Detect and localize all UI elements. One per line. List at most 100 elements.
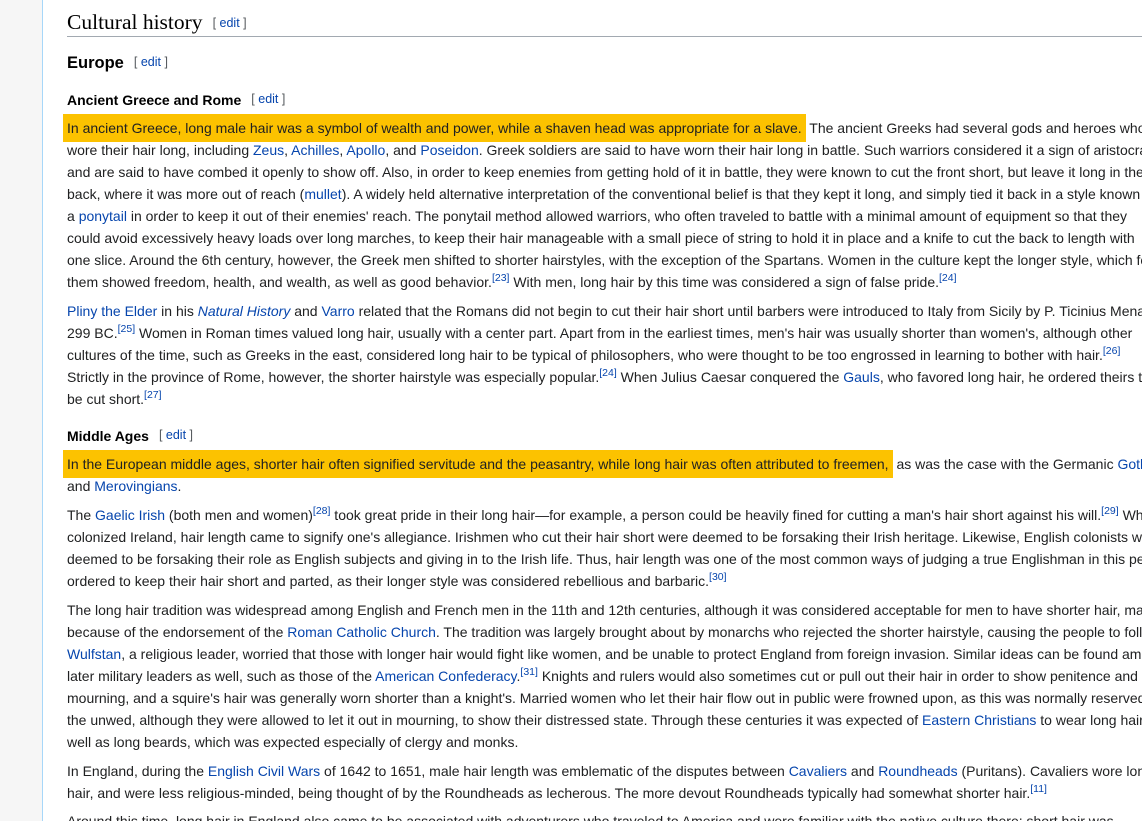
citation-24[interactable]: [24]: [939, 272, 957, 284]
text-line: them showed freedom, health, and wealth,…: [67, 271, 1142, 293]
text: Women in Roman times valued long hair, u…: [135, 325, 1133, 341]
text-line: Around this time, long hair in England a…: [67, 810, 1142, 821]
bracket-open: [: [212, 16, 217, 30]
link-varro[interactable]: Varro: [321, 303, 354, 319]
link-pliny-the-elder[interactable]: Pliny the Elder: [67, 303, 157, 319]
bracket-close: ]: [281, 92, 286, 106]
text: cultures of the time, such as Greeks in …: [67, 347, 1103, 363]
text-line: back, where it was more out of reach (mu…: [67, 183, 1142, 205]
text-line: a ponytail in order to keep it out of th…: [67, 205, 1142, 227]
citation-24[interactable]: [24]: [599, 367, 617, 379]
citation-23[interactable]: [23]: [492, 272, 510, 284]
text: (both men and women): [165, 507, 313, 523]
text-line: 299 BC.[25] Women in Roman times valued …: [67, 322, 1142, 344]
citation-31[interactable]: [31]: [520, 666, 538, 678]
link-achilles[interactable]: Achilles: [291, 142, 339, 158]
link-gauls[interactable]: Gauls: [843, 369, 880, 385]
paragraph-gaelic-irish: The Gaelic Irish (both men and women)[28…: [67, 504, 1142, 592]
edit-link[interactable]: edit: [141, 55, 161, 69]
text: well as long beards, which was expected …: [67, 734, 519, 750]
text-line: mourning, and a squire's hair was genera…: [67, 687, 1142, 709]
bracket-close: ]: [189, 428, 194, 442]
link-gaelic-irish[interactable]: Gaelic Irish: [95, 507, 165, 523]
text-line: hair, and were less religious-minded, be…: [67, 782, 1142, 804]
text-line: and Merovingians.: [67, 475, 1142, 497]
text-line: In the European middle ages, shorter hai…: [63, 450, 1142, 478]
edit-link[interactable]: edit: [258, 92, 278, 106]
text-line: The long hair tradition was widespread a…: [67, 599, 1142, 621]
article-content: Cultural history[ edit ] Europe[ edit ] …: [42, 0, 1142, 821]
text: 299 BC.: [67, 325, 118, 341]
text: In England, during the: [67, 763, 208, 779]
text: later military leaders as well, such as …: [67, 668, 376, 684]
citation-25[interactable]: [25]: [118, 323, 136, 335]
edit-section-link: [ edit ]: [159, 428, 193, 442]
text-line: ordered to keep their hair short and par…: [67, 570, 1142, 592]
text: took great pride in their long hair—for …: [330, 507, 1102, 523]
text: the unwed, although they were allowed to…: [67, 712, 923, 728]
text-line: deemed to be forsaking their role as Eng…: [67, 548, 1142, 570]
text: to wear long hair as: [1040, 712, 1142, 728]
heading-text: Cultural history: [67, 10, 203, 34]
text: When Julius Caesar conquered the: [616, 369, 844, 385]
link-apollo[interactable]: Apollo: [346, 142, 385, 158]
page: Cultural history[ edit ] Europe[ edit ] …: [0, 0, 1142, 821]
citation-11[interactable]: [11]: [1030, 783, 1047, 795]
edit-section-link: [ edit ]: [134, 55, 168, 69]
citation-30[interactable]: [30]: [709, 571, 727, 583]
link-mullet[interactable]: mullet: [304, 186, 341, 202]
text-line: Pliny the Elder in his Natural History a…: [67, 300, 1142, 322]
link-merovingians[interactable]: Merovingians: [94, 478, 177, 494]
paragraph-middle-ages: In the European middle ages, shorter hai…: [63, 450, 1142, 497]
text: and: [847, 763, 879, 779]
text: The: [67, 507, 96, 523]
text: ordered to keep their hair short and par…: [67, 573, 710, 589]
text: one slice. Around the 6th century, howev…: [67, 252, 1142, 268]
link-poseidon[interactable]: Poseidon: [420, 142, 478, 158]
bracket-close: ]: [243, 16, 247, 30]
citation-26[interactable]: [26]: [1103, 345, 1121, 357]
text: hair, and were less religious-minded, be…: [67, 785, 1031, 801]
link-goths[interactable]: Goths: [1117, 456, 1142, 472]
section-heading-cultural-history: Cultural history [ edit ]: [67, 8, 1142, 37]
text: and are said to have combed it openly to…: [67, 164, 1142, 180]
paragraph-adventurers: Around this time, long hair in England a…: [67, 810, 1142, 821]
edit-link[interactable]: edit: [166, 428, 186, 442]
link-eastern-christians[interactable]: Eastern Christians: [922, 712, 1036, 728]
text-line: Wulfstan, a religious leader, worried th…: [67, 643, 1142, 665]
link-cavaliers[interactable]: Cavaliers: [789, 763, 847, 779]
text: a: [67, 208, 79, 224]
citation-27[interactable]: [27]: [144, 389, 162, 401]
text-line: Strictly in the province of Rome, howeve…: [67, 366, 1142, 388]
citation-28[interactable]: [28]: [313, 505, 331, 517]
link-zeus[interactable]: Zeus: [253, 142, 284, 158]
edit-link[interactable]: edit: [220, 16, 240, 30]
text-line: because of the endorsement of the Roman …: [67, 621, 1142, 643]
link-roundheads[interactable]: Roundheads: [878, 763, 957, 779]
text-line: colonized Ireland, hair length came to s…: [67, 526, 1142, 548]
text-line: In ancient Greece, long male hair was a …: [63, 114, 1142, 142]
link-wulfstan[interactable]: Wulfstan: [67, 646, 121, 662]
text: .: [177, 478, 182, 494]
link-natural-history[interactable]: Natural History: [198, 303, 291, 319]
text: in order to keep it out of their enemies…: [126, 208, 1128, 224]
citation-29[interactable]: [29]: [1101, 505, 1119, 517]
text: of 1642 to 1651, male hair length was em…: [320, 763, 789, 779]
text: mourning, and a squire's hair was genera…: [67, 690, 1142, 706]
subsection-heading-europe: Europe [ edit ]: [67, 51, 168, 74]
text: ). A widely held alternative interpretat…: [341, 186, 1142, 202]
link-roman-catholic-church[interactable]: Roman Catholic Church: [287, 624, 436, 640]
text: When: [1122, 507, 1142, 523]
link-ponytail[interactable]: ponytail: [79, 208, 127, 224]
text-line: In England, during the English Civil War…: [67, 760, 1142, 782]
link-american-confederacy[interactable]: American Confederacy: [375, 668, 516, 684]
text-line: well as long beards, which was expected …: [67, 731, 1142, 753]
text: . The tradition was largely brought abou…: [435, 624, 1142, 640]
text: The long hair tradition was widespread a…: [67, 602, 1142, 618]
edit-section-link: [ edit ]: [213, 16, 247, 30]
text: . Greek soldiers are said to have worn t…: [478, 142, 1142, 158]
text-line: The Gaelic Irish (both men and women)[28…: [67, 504, 1142, 526]
link-english-civil-wars[interactable]: English Civil Wars: [208, 763, 320, 779]
paragraph-ancient-greece: In ancient Greece, long male hair was a …: [63, 114, 1142, 293]
text-line: be cut short.[27]: [67, 388, 1142, 410]
